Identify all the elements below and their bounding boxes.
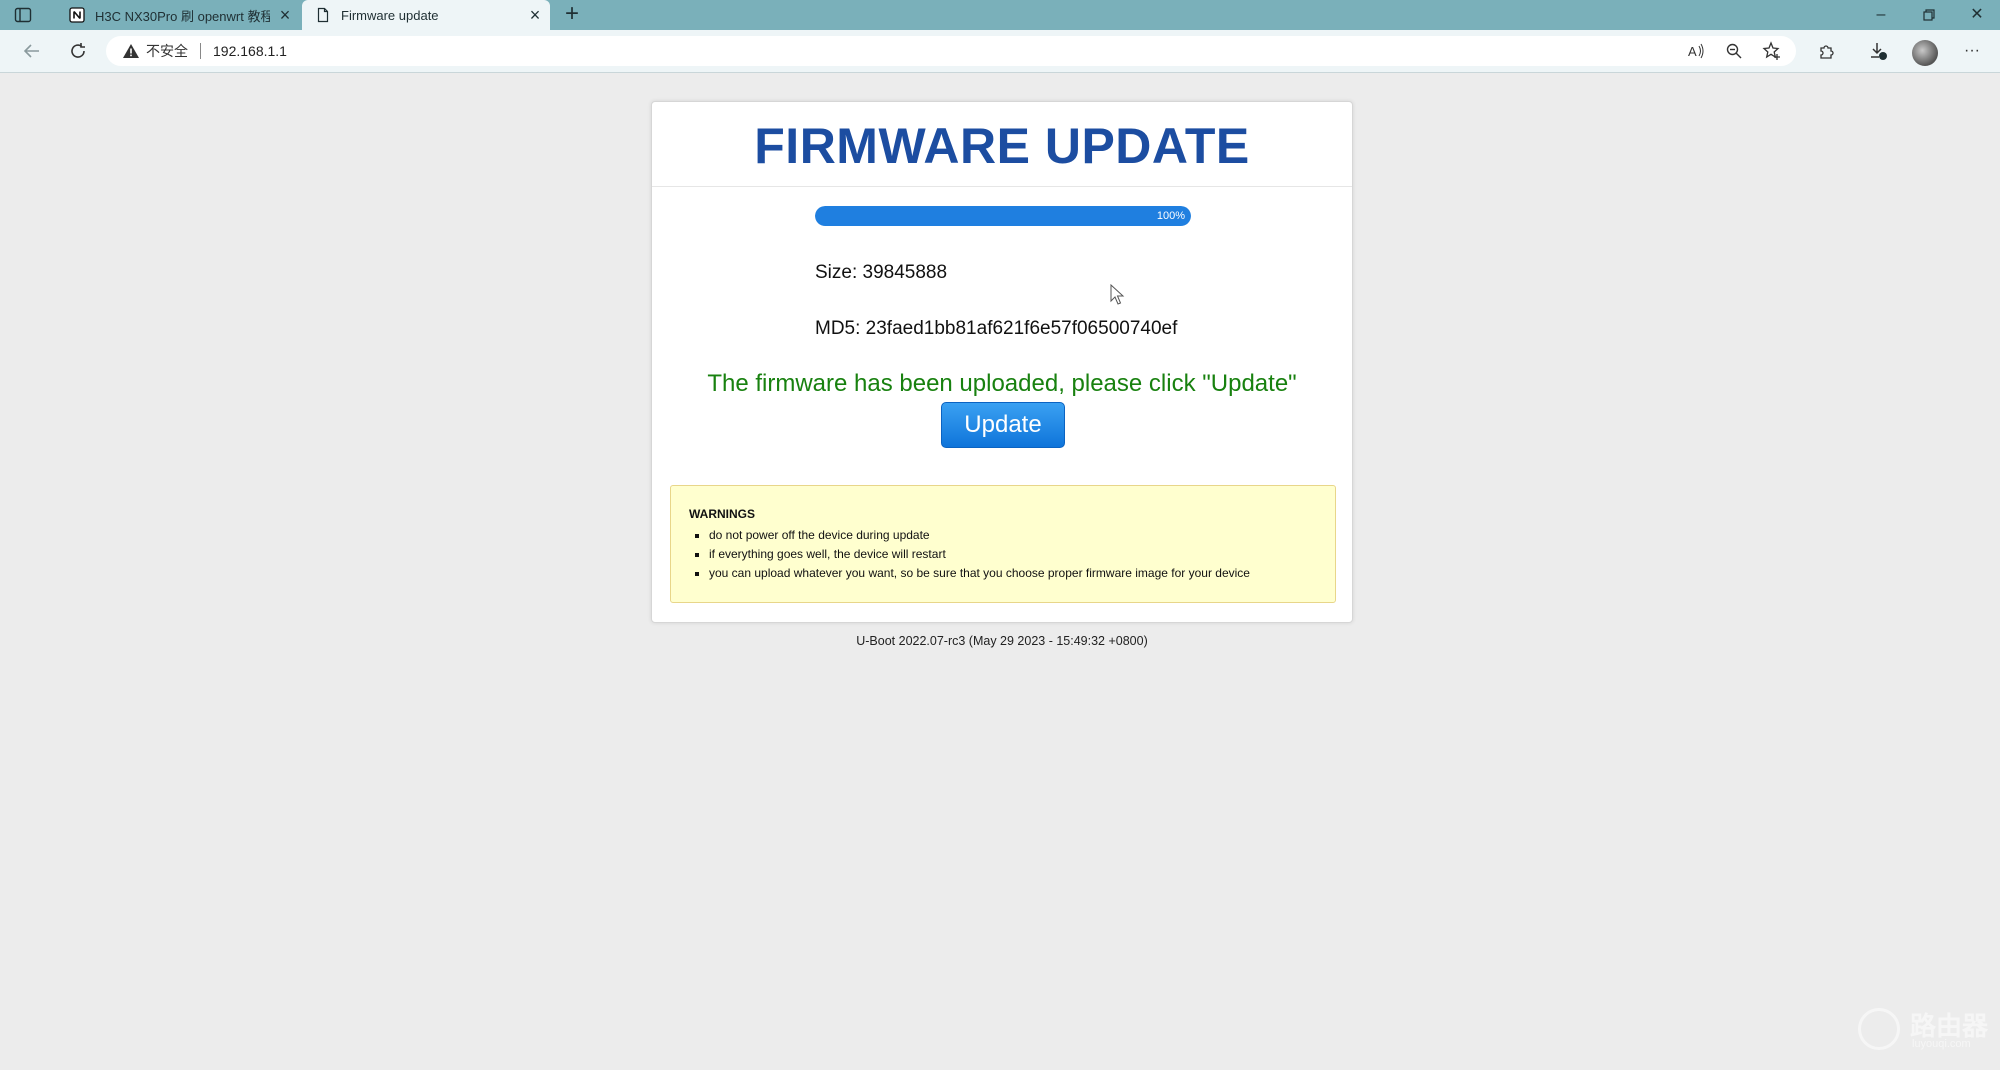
address-bar[interactable]: 不安全 192.168.1.1 xyxy=(106,36,1796,66)
url-text[interactable]: 192.168.1.1 xyxy=(213,43,287,59)
restore-icon[interactable] xyxy=(1906,0,1952,30)
profile-avatar[interactable] xyxy=(1912,40,1938,66)
uboot-version: U-Boot 2022.07-rc3 (May 29 2023 - 15:49:… xyxy=(856,634,1148,648)
zoom-out-icon[interactable] xyxy=(1722,39,1746,63)
favorite-icon[interactable] xyxy=(1760,39,1784,63)
warnings-list: do not power off the device during updat… xyxy=(689,526,1250,583)
not-secure-label[interactable]: 不安全 xyxy=(146,41,188,61)
tab-firmware-update[interactable]: Firmware update × xyxy=(302,0,550,30)
page-title: FIRMWARE UPDATE xyxy=(754,118,1250,174)
warning-item: you can upload whatever you want, so be … xyxy=(709,564,1250,583)
close-tab-icon[interactable]: × xyxy=(270,0,300,30)
read-aloud-icon[interactable]: A xyxy=(1684,39,1708,63)
firmware-update-card: FIRMWARE UPDATE 100% Size: 39845888 MD5:… xyxy=(651,101,1353,623)
warnings-box: WARNINGS do not power off the device dur… xyxy=(670,485,1336,603)
file-size: Size: 39845888 xyxy=(815,262,948,283)
divider xyxy=(652,186,1352,187)
close-window-icon[interactable]: ✕ xyxy=(1954,0,2000,30)
more-menu-icon[interactable]: ··· xyxy=(1960,39,1984,63)
warnings-title: WARNINGS xyxy=(689,507,755,521)
update-button[interactable]: Update xyxy=(941,402,1065,448)
tab-title: H3C NX30Pro 刷 openwrt 教程 xyxy=(95,8,270,24)
svg-text:A: A xyxy=(1688,44,1697,59)
warning-icon[interactable] xyxy=(122,42,140,60)
downloads-icon[interactable] xyxy=(1866,39,1890,63)
notion-icon xyxy=(69,7,85,23)
tab-notion-guide[interactable]: H3C NX30Pro 刷 openwrt 教程 × xyxy=(56,0,300,30)
back-icon[interactable] xyxy=(12,30,52,72)
upload-progress-bar: 100% xyxy=(815,206,1191,226)
watermark: 路由器 luyouqi.com xyxy=(1858,1004,1990,1054)
mouse-cursor-icon xyxy=(1110,284,1125,305)
warning-item: do not power off the device during updat… xyxy=(709,526,1250,545)
tab-strip: H3C NX30Pro 刷 openwrt 教程 × Firmware upda… xyxy=(0,0,2000,30)
upload-complete-message: The firmware has been uploaded, please c… xyxy=(707,370,1297,397)
tab-title: Firmware update xyxy=(341,7,439,23)
file-md5: MD5: 23faed1bb81af621f6e57f06500740ef xyxy=(815,318,1178,339)
router-logo-icon xyxy=(1858,1008,1900,1050)
reload-icon[interactable] xyxy=(58,30,98,72)
tab-actions-icon[interactable] xyxy=(14,6,32,24)
extensions-icon[interactable] xyxy=(1814,39,1838,63)
toolbar: 不安全 192.168.1.1 A ··· xyxy=(0,30,2000,73)
minimize-icon[interactable]: – xyxy=(1858,0,1904,30)
watermark-site: luyouqi.com xyxy=(1912,1038,1971,1050)
page-icon xyxy=(317,7,329,23)
progress-fill: 100% xyxy=(815,206,1191,226)
warning-item: if everything goes well, the device will… xyxy=(709,545,1250,564)
progress-percent: 100% xyxy=(1156,210,1185,222)
divider xyxy=(200,43,201,59)
new-tab-button[interactable]: + xyxy=(557,0,587,30)
close-tab-icon[interactable]: × xyxy=(520,0,550,30)
